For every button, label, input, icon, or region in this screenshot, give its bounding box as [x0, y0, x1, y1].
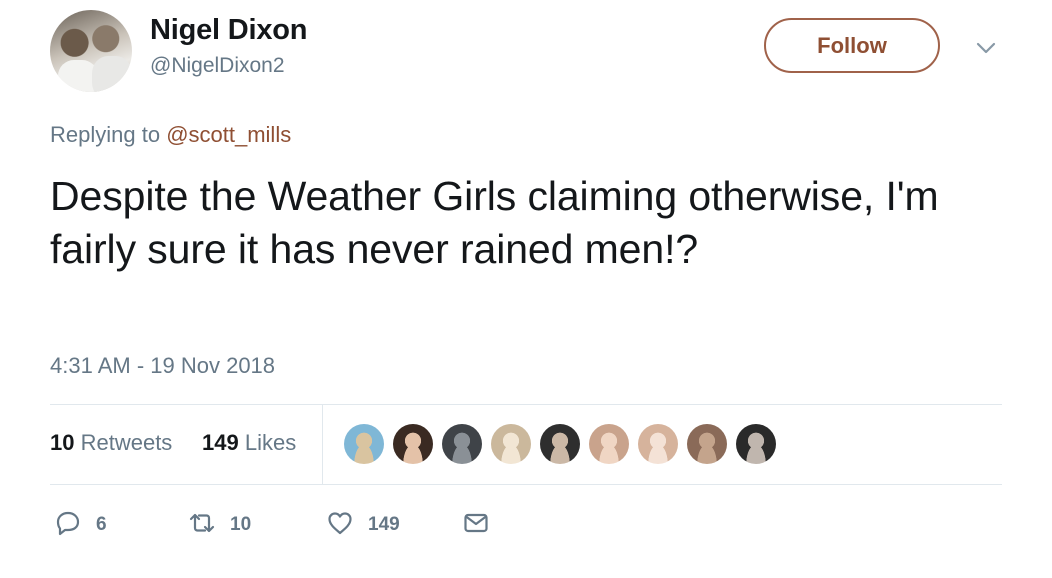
- heart-icon: [326, 509, 354, 542]
- reply-icon: [54, 509, 82, 542]
- like-count: 149: [368, 514, 400, 535]
- replying-to-line: Replying to @scott_mills: [50, 122, 291, 148]
- stats-divider-top: [50, 404, 1002, 405]
- liker-6-avatar[interactable]: [589, 424, 629, 464]
- retweets-stat-label: Retweets: [74, 430, 173, 455]
- liker-3-avatar[interactable]: [442, 424, 482, 464]
- retweet-icon: [188, 509, 216, 542]
- retweet-count: 10: [230, 514, 252, 535]
- author-display-name[interactable]: Nigel Dixon: [150, 14, 308, 47]
- liker-2-avatar[interactable]: [393, 424, 433, 464]
- liker-8-avatar[interactable]: [687, 424, 727, 464]
- like-action[interactable]: 149: [326, 510, 400, 540]
- author-avatar[interactable]: [50, 10, 132, 92]
- envelope-icon: [462, 509, 490, 542]
- reply-action[interactable]: 6: [54, 510, 107, 540]
- author-handle[interactable]: @NigelDixon2: [150, 54, 285, 78]
- stats-separator: [322, 405, 323, 484]
- likes-stat-count: 149: [202, 430, 239, 455]
- liker-1-avatar[interactable]: [344, 424, 384, 464]
- liker-5-avatar[interactable]: [540, 424, 580, 464]
- tweet-timestamp[interactable]: 4:31 AM - 19 Nov 2018: [50, 353, 275, 379]
- likes-stat-label: Likes: [238, 430, 297, 455]
- retweet-action[interactable]: 10: [188, 510, 251, 540]
- liker-7-avatar[interactable]: [638, 424, 678, 464]
- follow-button[interactable]: Follow: [764, 18, 940, 73]
- replying-to-label: Replying to: [50, 122, 167, 147]
- stats-divider-bottom: [50, 484, 1002, 485]
- retweets-stat[interactable]: 10 Retweets: [50, 430, 172, 456]
- retweets-stat-count: 10: [50, 430, 75, 455]
- chevron-down-icon[interactable]: [972, 34, 1000, 62]
- reply-mention-link[interactable]: @scott_mills: [166, 122, 291, 147]
- likes-stat[interactable]: 149 Likes: [202, 430, 296, 456]
- liker-9-avatar[interactable]: [736, 424, 776, 464]
- liker-4-avatar[interactable]: [491, 424, 531, 464]
- tweet-text: Despite the Weather Girls claiming other…: [50, 173, 939, 272]
- direct-message-action[interactable]: [462, 510, 490, 540]
- reply-count: 6: [96, 514, 107, 535]
